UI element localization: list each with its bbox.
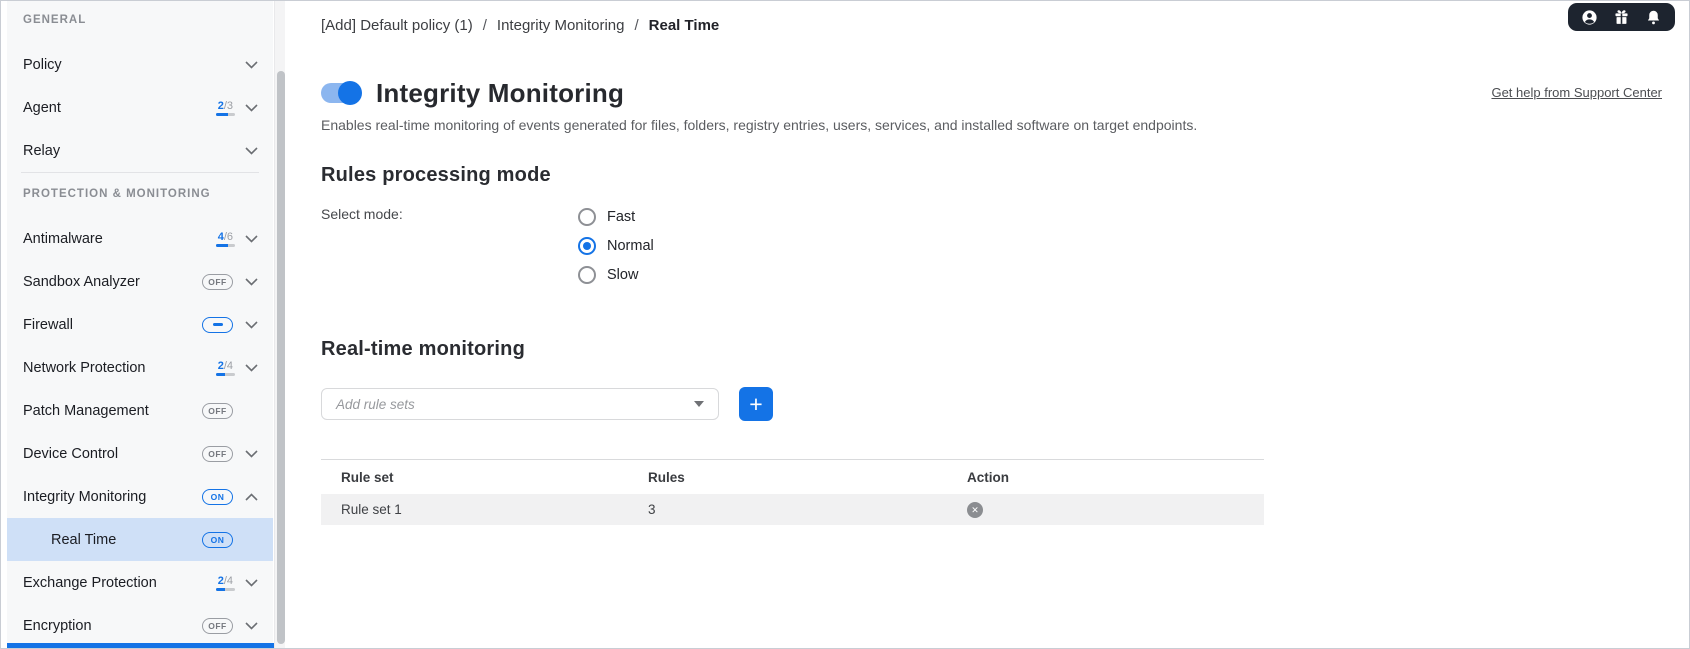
add-rule-set-button[interactable]: +	[739, 387, 773, 421]
sidebar-item-label: Agent	[23, 99, 61, 116]
chevron-down-icon	[243, 363, 259, 372]
chevron-down-icon	[243, 277, 259, 286]
vertical-scrollbar[interactable]	[274, 1, 285, 648]
corner-toolbar	[1568, 3, 1675, 31]
radio-icon[interactable]	[578, 207, 596, 226]
add-rule-set-row: Add rule sets +	[321, 387, 773, 421]
sidebar-item-label: Antimalware	[23, 230, 103, 247]
remove-rule-set-icon[interactable]: ✕	[967, 502, 983, 518]
sidebar-item-agent[interactable]: Agent 2/3	[7, 86, 273, 129]
cell-rules-count: 3	[648, 502, 656, 517]
chevron-up-icon	[243, 492, 259, 501]
radio-option-slow[interactable]: Slow	[578, 260, 654, 289]
breadcrumb-integrity-monitoring[interactable]: Integrity Monitoring	[497, 17, 625, 34]
rule-sets-table: Rule set Rules Action Rule set 1 3 ✕	[321, 459, 1264, 525]
sidebar: GENERAL Policy Agent 2/3 Relay PROTECTIO…	[1, 1, 280, 648]
sidebar-item-label: Encryption	[23, 617, 92, 634]
sidebar-item-label: Real Time	[51, 531, 117, 548]
toggle-knob	[338, 81, 362, 105]
sidebar-item-network-protection[interactable]: Network Protection 2/4	[7, 346, 273, 389]
page-description: Enables real-time monitoring of events g…	[321, 117, 1198, 133]
sidebar-item-device-control[interactable]: Device Control OFF	[7, 432, 273, 475]
dropdown-caret-icon	[694, 401, 704, 407]
support-center-link[interactable]: Get help from Support Center	[1491, 85, 1662, 100]
radio-option-normal[interactable]: Normal	[578, 231, 654, 260]
add-rule-sets-dropdown[interactable]: Add rule sets	[321, 388, 719, 420]
mode-radio-group: Fast Normal Slow	[578, 202, 654, 289]
partial-badge	[202, 316, 233, 333]
table-header-row: Rule set Rules Action	[321, 460, 1264, 494]
chevron-down-icon	[243, 146, 259, 155]
sidebar-section-protection: PROTECTION & MONITORING	[23, 188, 211, 200]
bell-icon[interactable]	[1645, 9, 1662, 26]
chevron-down-icon	[243, 578, 259, 587]
off-badge: OFF	[202, 617, 233, 634]
integrity-monitoring-toggle[interactable]	[321, 81, 362, 105]
progress-badge: 2/4	[215, 360, 235, 376]
sidebar-item-label: Patch Management	[23, 402, 149, 419]
off-badge: OFF	[202, 273, 233, 290]
radio-selected-icon[interactable]	[578, 236, 596, 255]
column-header-action: Action	[967, 469, 1009, 485]
chevron-down-icon	[243, 103, 259, 112]
cell-rule-set: Rule set 1	[341, 502, 402, 517]
sidebar-bottom-accent-bar	[7, 643, 280, 648]
progress-badge: 2/3	[215, 100, 235, 116]
sidebar-item-exchange-protection[interactable]: Exchange Protection 2/4	[7, 561, 273, 604]
sidebar-item-sandbox-analyzer[interactable]: Sandbox Analyzer OFF	[7, 260, 273, 303]
off-badge: OFF	[202, 402, 233, 419]
sidebar-item-relay[interactable]: Relay	[7, 129, 273, 172]
on-badge: ON	[202, 531, 233, 548]
gift-icon[interactable]	[1613, 9, 1630, 26]
realtime-monitoring-heading: Real-time monitoring	[321, 338, 526, 360]
breadcrumb-separator: /	[634, 17, 639, 34]
breadcrumb: [Add] Default policy (1) / Integrity Mon…	[321, 17, 719, 34]
table-row: Rule set 1 3 ✕	[321, 494, 1264, 525]
on-badge: ON	[202, 488, 233, 505]
sidebar-item-encryption[interactable]: Encryption OFF	[7, 604, 273, 647]
progress-badge: 4/6	[215, 231, 235, 247]
rules-mode-heading: Rules processing mode	[321, 164, 551, 186]
breadcrumb-separator: /	[482, 17, 487, 34]
page-title-row: Integrity Monitoring	[321, 76, 624, 110]
sidebar-section-general: GENERAL	[23, 14, 87, 26]
breadcrumb-policy[interactable]: [Add] Default policy (1)	[321, 17, 473, 34]
column-header-rule-set: Rule set	[341, 469, 394, 485]
sidebar-item-label: Relay	[23, 142, 61, 159]
sidebar-item-real-time[interactable]: Real Time ON	[7, 518, 273, 561]
main-content: [Add] Default policy (1) / Integrity Mon…	[285, 1, 1689, 648]
radio-icon[interactable]	[578, 265, 596, 284]
select-mode-label: Select mode:	[321, 206, 403, 222]
radio-option-fast[interactable]: Fast	[578, 202, 654, 231]
progress-badge: 2/4	[215, 575, 235, 591]
sidebar-item-label: Integrity Monitoring	[23, 488, 147, 505]
off-badge: OFF	[202, 445, 233, 462]
sidebar-item-label: Exchange Protection	[23, 574, 157, 591]
sidebar-item-policy[interactable]: Policy	[7, 43, 273, 86]
sidebar-item-label: Policy	[23, 56, 62, 73]
column-header-rules: Rules	[648, 469, 685, 485]
chevron-down-icon	[243, 621, 259, 630]
sidebar-item-antimalware[interactable]: Antimalware 4/6	[7, 217, 273, 260]
chevron-down-icon	[243, 449, 259, 458]
scrollbar-thumb[interactable]	[276, 71, 285, 644]
sidebar-item-label: Device Control	[23, 445, 119, 462]
user-icon[interactable]	[1581, 9, 1598, 26]
sidebar-item-label: Sandbox Analyzer	[23, 273, 140, 290]
chevron-down-icon	[243, 234, 259, 243]
sidebar-item-label: Network Protection	[23, 359, 146, 376]
page-title: Integrity Monitoring	[376, 77, 625, 108]
chevron-down-icon	[243, 320, 259, 329]
sidebar-item-firewall[interactable]: Firewall	[7, 303, 273, 346]
breadcrumb-real-time: Real Time	[648, 17, 720, 34]
dropdown-placeholder: Add rule sets	[336, 396, 415, 412]
chevron-down-icon	[243, 60, 259, 69]
sidebar-item-integrity-monitoring[interactable]: Integrity Monitoring ON	[7, 475, 273, 518]
sidebar-item-label: Firewall	[23, 316, 73, 333]
policy-settings-page: GENERAL Policy Agent 2/3 Relay PROTECTIO…	[0, 0, 1690, 649]
sidebar-item-patch-management[interactable]: Patch Management OFF	[7, 389, 273, 432]
